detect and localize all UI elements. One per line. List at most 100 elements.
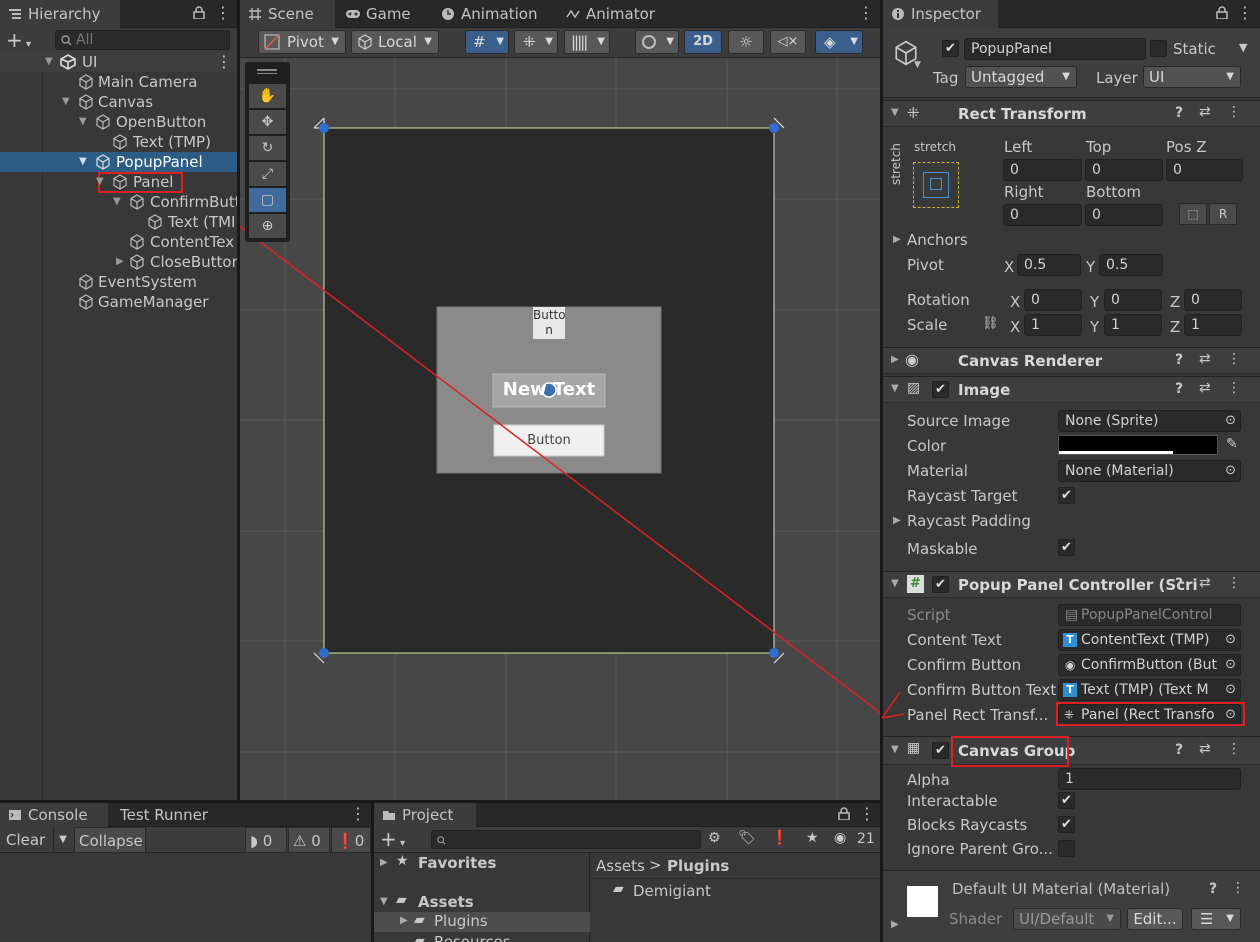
local-dropdown[interactable]: Local ▼	[351, 30, 439, 54]
hierarchy-row-eventsystem[interactable]: EventSystem	[0, 272, 237, 292]
maskable-checkbox[interactable]: ✔	[1058, 539, 1075, 556]
scale-y-field[interactable]: 1	[1104, 314, 1162, 336]
info-filter-button[interactable]: ◗ 0	[245, 827, 287, 853]
grid-snap-button[interactable]: # ▼	[465, 30, 509, 54]
hierarchy-row-ui[interactable]: ▼ UI ⋮	[0, 52, 237, 72]
tab-console[interactable]: Console	[0, 803, 108, 827]
breadcrumb-plugins[interactable]: Plugins	[667, 857, 729, 875]
help-icon[interactable]: ?	[1175, 381, 1183, 397]
blocks-raycasts-checkbox[interactable]: ✔	[1058, 816, 1075, 833]
presets-icon[interactable]: ⇄	[1199, 351, 1211, 367]
project-search-input[interactable]	[431, 830, 701, 849]
active-checkbox[interactable]: ✔	[942, 40, 959, 57]
fold-arrow-icon[interactable]: ▼	[79, 152, 87, 172]
object-picker-icon[interactable]: ⊙	[1225, 655, 1236, 675]
lock-icon[interactable]	[838, 807, 850, 820]
fold-arrow-icon[interactable]: ▼	[113, 192, 121, 212]
static-dropdown-arrow[interactable]: ▼	[1239, 41, 1247, 54]
hierarchy-row-panel[interactable]: ▼ Panel	[0, 172, 237, 193]
search-by-type-icon[interactable]: ⚙	[708, 830, 721, 846]
hierarchy-row-text-tmp-2[interactable]: Text (TMI	[0, 212, 237, 232]
hierarchy-row-openbutton[interactable]: ▼ OpenButton	[0, 112, 237, 132]
help-icon[interactable]: ?	[1175, 742, 1183, 758]
shader-edit-button[interactable]: Edit...	[1127, 908, 1183, 930]
confirm-button-text-field[interactable]: T Text (TMP) (Text M ⊙	[1058, 679, 1241, 701]
hand-tool[interactable]: ✋	[249, 84, 286, 108]
posz-field[interactable]: 0	[1166, 159, 1243, 181]
confirm-button-field[interactable]: ◉ ConfirmButton (But ⊙	[1058, 654, 1241, 676]
fold-arrow-icon[interactable]: ▶	[891, 919, 899, 930]
pivot-y-field[interactable]: 0.5	[1099, 254, 1163, 276]
warning-filter-icon[interactable]: ❗	[771, 830, 788, 846]
anchors-label[interactable]: Anchors	[907, 231, 968, 249]
tab-project[interactable]: Project	[374, 803, 476, 827]
image-header[interactable]: ▼ ▨ ✔ Image ? ⇄ ⋮	[883, 376, 1260, 403]
tab-game[interactable]: Game	[338, 0, 428, 28]
presets-icon[interactable]: ⇄	[1199, 575, 1211, 591]
presets-icon[interactable]: ⇄	[1199, 104, 1211, 120]
bottom-field[interactable]: 0	[1085, 204, 1163, 226]
fold-arrow-icon[interactable]: ▶	[893, 234, 901, 245]
kebab-menu-icon[interactable]: ⋮	[216, 52, 232, 72]
clear-options-dropdown[interactable]: ▼	[54, 827, 72, 853]
left-field[interactable]: 0	[1003, 159, 1082, 181]
eye-icon[interactable]: ◉	[834, 830, 846, 846]
lock-icon[interactable]	[193, 6, 205, 19]
fold-arrow-icon[interactable]: ▼	[45, 52, 53, 72]
presets-icon[interactable]: ⇄	[1199, 380, 1211, 396]
controller-enabled-checkbox[interactable]: ✔	[932, 576, 949, 593]
fold-arrow-icon[interactable]: ▼	[96, 172, 104, 192]
layer-dropdown[interactable]: UI ▼	[1143, 66, 1241, 88]
scale-x-field[interactable]: 1	[1024, 314, 1082, 336]
error-filter-button[interactable]: ❗0	[331, 827, 371, 853]
kebab-menu-icon[interactable]: ⋮	[858, 4, 874, 22]
kebab-menu-icon[interactable]: ⋮	[1231, 880, 1245, 896]
help-icon[interactable]: ?	[1209, 881, 1217, 897]
canvas-renderer-header[interactable]: ▶ ◉ Canvas Renderer ? ⇄ ⋮	[883, 347, 1260, 374]
kebab-menu-icon[interactable]: ⋮	[1227, 380, 1241, 396]
plugins-folder-item[interactable]: ▶ ▰ Plugins	[374, 912, 590, 932]
hierarchy-search-input[interactable]: All	[55, 30, 230, 50]
clear-button[interactable]: Clear	[0, 827, 54, 853]
scale-z-field[interactable]: 1	[1184, 314, 1242, 336]
shading-dropdown[interactable]: ▼	[635, 30, 679, 54]
content-text-field[interactable]: T ContentText (TMP) ⊙	[1058, 629, 1241, 651]
tab-hierarchy[interactable]: Hierarchy	[0, 0, 120, 28]
raycast-target-checkbox[interactable]: ✔	[1058, 487, 1075, 504]
material-field[interactable]: None (Material) ⊙	[1058, 460, 1241, 482]
blueprint-mode-button[interactable]: ⬚	[1179, 203, 1207, 225]
shader-options-button[interactable]: ☰ ▼	[1191, 908, 1241, 930]
right-field[interactable]: 0	[1003, 204, 1082, 226]
eyedropper-icon[interactable]: ✎	[1226, 436, 1238, 452]
static-checkbox[interactable]	[1150, 40, 1167, 57]
kebab-menu-icon[interactable]: ⋮	[350, 805, 366, 823]
rot-y-field[interactable]: 0	[1104, 289, 1162, 311]
canvas-group-enabled-checkbox[interactable]: ✔	[932, 742, 949, 759]
tab-test-runner[interactable]: Test Runner	[108, 803, 218, 827]
source-image-field[interactable]: None (Sprite) ⊙	[1058, 410, 1241, 432]
favorite-star-icon[interactable]: ★	[806, 830, 819, 846]
fold-arrow-icon[interactable]: ▶	[116, 252, 124, 272]
kebab-menu-icon[interactable]: ⋮	[859, 805, 875, 823]
hierarchy-row-confirmbutton[interactable]: ▼ ConfirmButt	[0, 192, 237, 212]
favorites-item[interactable]: Favorites	[418, 854, 496, 872]
transform-tool[interactable]: ⊕	[249, 214, 286, 238]
raycast-padding-label[interactable]: Raycast Padding	[907, 512, 1031, 530]
hierarchy-row-main-camera[interactable]: Main Camera	[0, 72, 237, 92]
2d-toggle[interactable]: 2D	[684, 30, 722, 54]
object-picker-icon[interactable]: ⊙	[1225, 630, 1236, 650]
tag-dropdown[interactable]: Untagged ▼	[965, 66, 1077, 88]
hierarchy-row-closebutton[interactable]: ▶ CloseButtor	[0, 252, 237, 272]
help-icon[interactable]: ?	[1175, 105, 1183, 121]
raw-edit-button[interactable]: R	[1209, 203, 1237, 225]
top-field[interactable]: 0	[1085, 159, 1163, 181]
hierarchy-row-gamemanager[interactable]: GameManager	[0, 292, 237, 312]
shader-dropdown[interactable]: UI/Default ▼	[1013, 908, 1121, 930]
rotate-tool[interactable]: ↻	[249, 136, 286, 160]
kebab-menu-icon[interactable]: ⋮	[1227, 351, 1241, 367]
help-icon[interactable]: ?	[1175, 352, 1183, 368]
scene-viewport[interactable]	[240, 58, 880, 800]
collapse-button[interactable]: Collapse	[74, 827, 146, 853]
search-by-label-icon[interactable]: 🏷	[738, 830, 756, 846]
audio-toggle[interactable]: ◁×	[770, 30, 806, 54]
